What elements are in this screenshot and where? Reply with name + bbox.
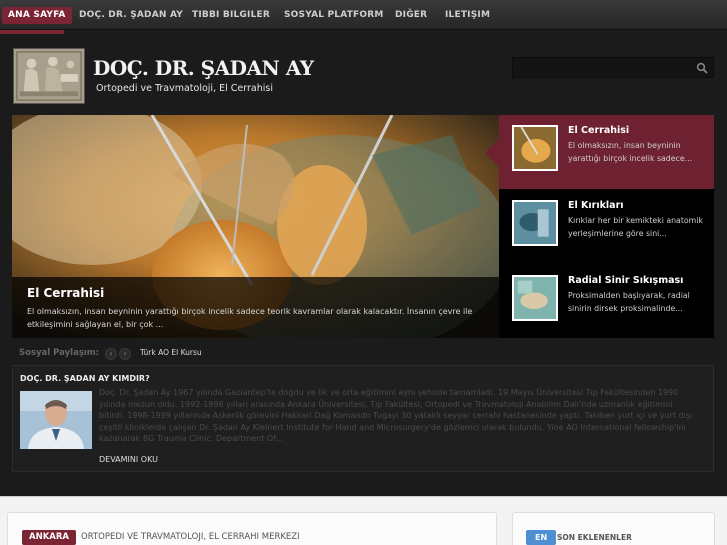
search-box xyxy=(512,57,714,80)
slider-thumb-radial-sinir[interactable]: Radial Sinir Sıkışması Proksimalden başl… xyxy=(499,265,714,338)
about-title[interactable]: DOÇ. DR. ŞADAN AY KIMDIR? xyxy=(20,374,150,383)
search-icon[interactable] xyxy=(696,62,708,74)
thumb-text: Proksimalden başlıyarak, radial sinirin … xyxy=(568,291,690,313)
slide-caption-title[interactable]: El Cerrahisi xyxy=(27,286,484,300)
share-link[interactable]: Türk AO El Kursu xyxy=(140,348,202,357)
read-more-link[interactable]: DEVAMINI OKU xyxy=(99,455,158,464)
nav-item-home[interactable]: ANA SAYFA xyxy=(2,7,72,24)
site-title[interactable]: DOÇ. DR. ŞADAN AY xyxy=(93,56,314,80)
site-subtitle: Ortopedi ve Travmatoloji, El Cerrahisi xyxy=(96,83,273,94)
share-prev-button[interactable]: ‹ xyxy=(105,348,117,360)
thumb-title: El Kırıkları xyxy=(568,200,624,211)
nav-item-medical-info[interactable]: TIBBI BILGILER xyxy=(192,7,270,24)
top-navigation: ANA SAYFA DOÇ. DR. ŞADAN AY TIBBI BILGIL… xyxy=(0,0,727,30)
location-badge: ANKARA xyxy=(22,530,76,545)
nav-item-other[interactable]: DIĞER xyxy=(395,7,427,24)
thumb-text: El olmaksızın, insan beyninin yarattığı … xyxy=(568,141,693,163)
slide-caption: El Cerrahisi El olmaksızın, insan beynin… xyxy=(12,277,499,338)
slider-thumb-el-kiriklari[interactable]: El Kırıkları Kırıklar her bir kemikteki … xyxy=(499,190,714,264)
slide-caption-text: El olmaksızın, insan beyninin yarattığı … xyxy=(27,307,473,329)
nav-item-about-doctor[interactable]: DOÇ. DR. ŞADAN AY xyxy=(79,7,183,24)
thumb-image xyxy=(512,125,558,171)
thumb-text: Kırıklar her bir kemikteki anatomik yerl… xyxy=(568,216,703,238)
thumb-title: Radial Sinir Sıkışması xyxy=(568,275,684,286)
slider-thumb-el-cerrahisi[interactable]: El Cerrahisi El olmaksızın, insan beynin… xyxy=(485,115,714,189)
thumb-title: El Cerrahisi xyxy=(568,125,630,136)
search-input[interactable] xyxy=(513,61,693,80)
thumb-image xyxy=(512,275,558,321)
nav-active-indicator xyxy=(0,30,64,34)
center-heading: ORTOPEDI VE TRAVMATOLOJI, EL CERRAHI MER… xyxy=(81,532,300,542)
about-doctor-section: DOÇ. DR. ŞADAN AY KIMDIR? Doç. Dr. Şadan… xyxy=(12,365,714,472)
language-en-button[interactable]: EN xyxy=(526,530,557,545)
featured-slider: El Cerrahisi El olmaksızın, insan beynin… xyxy=(12,115,714,338)
nav-item-social-platform[interactable]: SOSYAL PLATFORM xyxy=(284,7,384,24)
thumb-image xyxy=(512,200,558,246)
slider-thumbnail-list: El Cerrahisi El olmaksızın, insan beynin… xyxy=(485,115,714,338)
share-next-button[interactable]: › xyxy=(119,348,131,360)
doctor-photo[interactable] xyxy=(20,391,92,449)
slide-main-image[interactable]: El Cerrahisi El olmaksızın, insan beynin… xyxy=(12,115,499,338)
about-text: Doç. Dr. Şadan Ay 1967 yılında Gaziantep… xyxy=(99,388,693,443)
nav-item-contact[interactable]: ILETIŞIM xyxy=(445,7,490,24)
social-share-label: Sosyal Paylaşım: xyxy=(19,348,100,358)
recent-additions-label: SON EKLENENLER xyxy=(557,533,632,542)
relief-logo-icon[interactable] xyxy=(13,48,85,104)
